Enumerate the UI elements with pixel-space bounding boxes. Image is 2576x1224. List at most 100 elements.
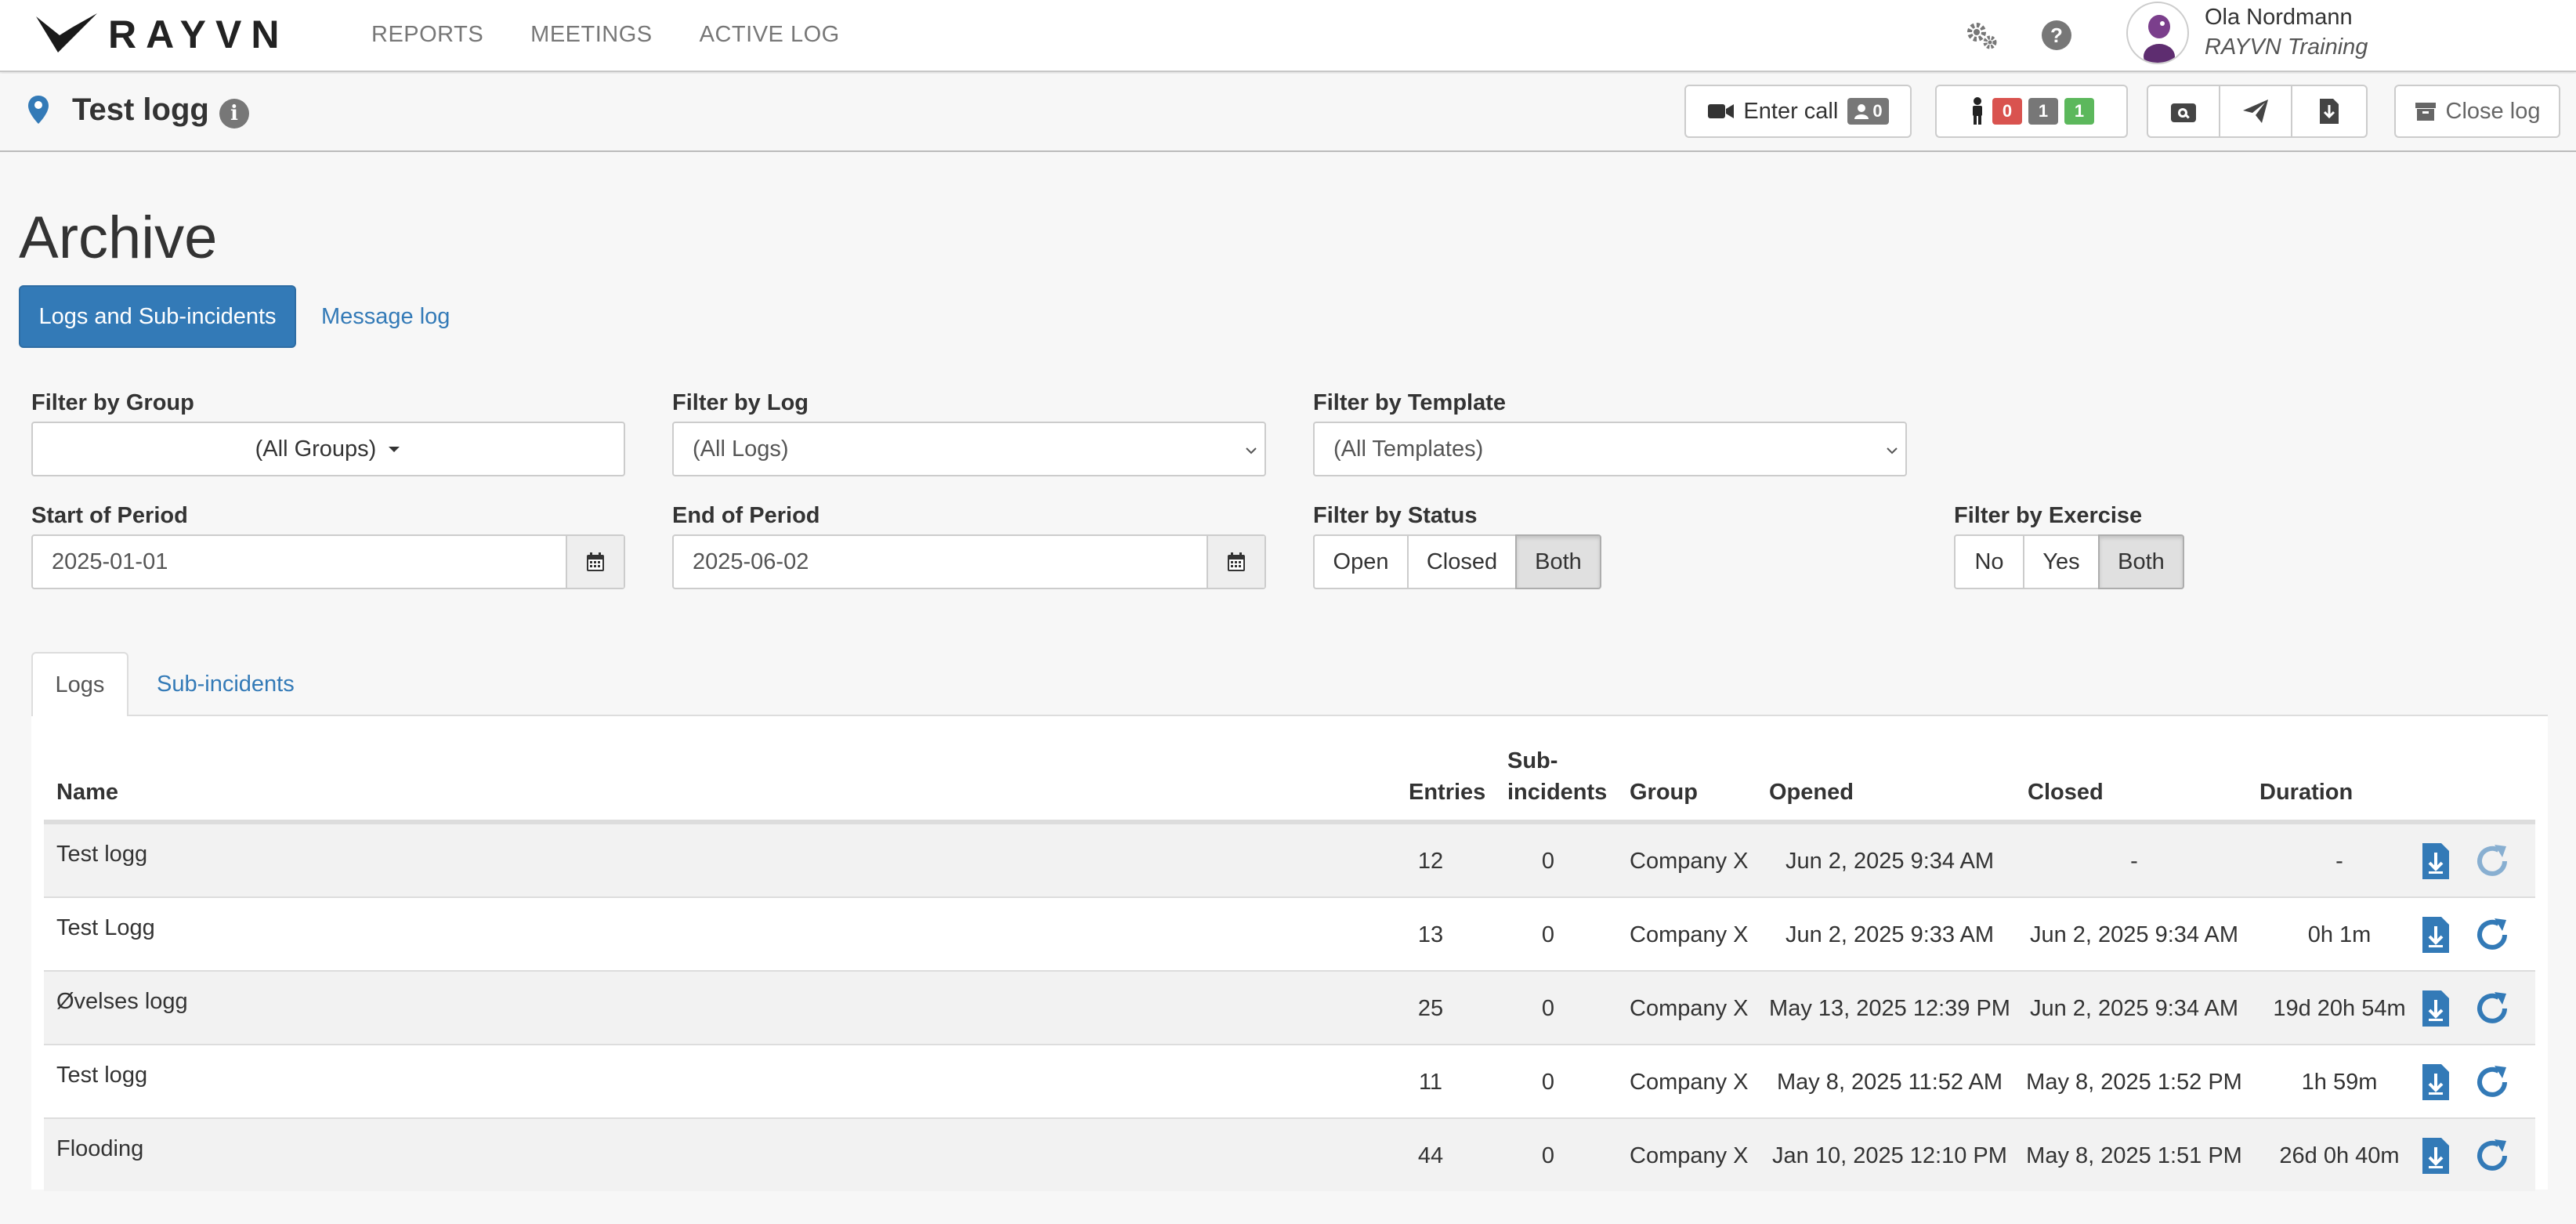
row-closed: Jun 2, 2025 9:34 AM <box>2029 995 2239 1021</box>
tab-logs[interactable]: Logs <box>31 652 128 716</box>
filter-template-value: (All Templates) <box>1333 436 1484 462</box>
exercise-both-button[interactable]: Both <box>2098 534 2184 589</box>
enter-call-button[interactable]: Enter call 0 <box>1684 85 1912 138</box>
col-name-header[interactable]: Name <box>56 777 118 807</box>
help-icon[interactable]: ? <box>2039 17 2075 53</box>
log-title: Test logg <box>72 92 209 127</box>
row-entries: 44 <box>1417 1143 1444 1168</box>
row-name[interactable]: Test logg <box>56 1045 147 1119</box>
call-count: 0 <box>1872 101 1883 121</box>
download-report-icon[interactable] <box>2416 1061 2455 1103</box>
col-duration-header[interactable]: Duration <box>2259 777 2353 807</box>
row-subincidents: 0 <box>1541 922 1555 947</box>
row-name[interactable]: Flooding <box>56 1119 143 1193</box>
close-log-button[interactable]: Close log <box>2394 85 2560 138</box>
col-closed-header[interactable]: Closed <box>2028 777 2104 807</box>
table-row[interactable]: Flooding 44 0 Company X Jan 10, 2025 12:… <box>44 1117 2535 1191</box>
brand-name: RAYVN <box>108 13 289 56</box>
end-period-value[interactable]: 2025-06-02 <box>674 536 1207 588</box>
download-report-icon[interactable] <box>2416 987 2455 1030</box>
tab-logs-and-subincidents[interactable]: Logs and Sub-incidents <box>19 285 296 348</box>
filter-log-select[interactable]: (All Logs) <box>672 422 1266 476</box>
row-opened: May 8, 2025 11:52 AM <box>1776 1069 2003 1095</box>
export-button[interactable] <box>2291 85 2368 138</box>
row-duration: 26d 0h 40m <box>2279 1143 2400 1168</box>
table-row[interactable]: Test Logg 13 0 Company X Jun 2, 2025 9:3… <box>44 896 2535 970</box>
calendar-icon[interactable] <box>1207 536 1264 588</box>
file-download-icon <box>2320 99 2339 124</box>
col-subincidents-header-line2[interactable]: incidents <box>1507 777 1607 807</box>
filter-group-label: Filter by Group <box>31 390 194 415</box>
reopen-icon[interactable] <box>2473 1135 2512 1177</box>
row-name[interactable]: Øvelses logg <box>56 972 188 1045</box>
row-opened: Jan 10, 2025 12:10 PM <box>1772 1143 2007 1168</box>
log-header: Test logg i Enter call 0 0 1 1 Close log <box>0 74 2576 152</box>
send-button[interactable] <box>2219 85 2292 138</box>
reopen-icon[interactable] <box>2473 987 2512 1030</box>
row-closed: Jun 2, 2025 9:34 AM <box>2029 922 2239 947</box>
filter-exercise-group: No Yes Both <box>1954 534 2184 589</box>
row-subincidents: 0 <box>1541 848 1555 874</box>
status-open-button[interactable]: Open <box>1313 534 1409 589</box>
status-closed-button[interactable]: Closed <box>1407 534 1517 589</box>
download-report-icon[interactable] <box>2416 914 2455 956</box>
chevron-down-icon <box>1887 447 1898 454</box>
download-report-icon[interactable] <box>2416 1135 2455 1177</box>
reopen-icon[interactable] <box>2473 914 2512 956</box>
raven-logo-icon <box>36 13 97 53</box>
start-period-label: Start of Period <box>31 503 188 528</box>
filter-log-label: Filter by Log <box>672 390 809 415</box>
top-navbar: RAYVN REPORTS MEETINGS ACTIVE LOG ? Ola … <box>0 0 2576 72</box>
nav-meetings[interactable]: MEETINGS <box>530 20 652 49</box>
status-both-button[interactable]: Both <box>1515 534 1601 589</box>
col-opened-header[interactable]: Opened <box>1769 777 1854 807</box>
table-row[interactable]: Test logg 12 0 Company X Jun 2, 2025 9:3… <box>44 823 2535 896</box>
responders-status-button[interactable]: 0 1 1 <box>1935 85 2128 138</box>
col-subincidents-header-line1[interactable]: Sub- <box>1507 746 1558 776</box>
exercise-yes-button[interactable]: Yes <box>2023 534 2100 589</box>
row-subincidents: 0 <box>1541 995 1555 1021</box>
row-closed: - <box>2130 848 2138 874</box>
reopen-icon[interactable] <box>2473 1061 2512 1103</box>
filter-template-select[interactable]: (All Templates) <box>1313 422 1907 476</box>
start-period-value[interactable]: 2025-01-01 <box>33 536 566 588</box>
user-name[interactable]: Ola Nordmann <box>2205 3 2353 31</box>
row-duration: 0h 1m <box>2307 922 2372 947</box>
filter-template-label: Filter by Template <box>1313 390 1507 415</box>
archive-box-icon <box>2415 103 2436 121</box>
filter-status-label: Filter by Status <box>1313 503 1478 528</box>
preview-button[interactable] <box>2147 85 2220 138</box>
filter-group-dropdown[interactable]: (All Groups) <box>31 422 625 476</box>
person-icon <box>1973 97 1982 125</box>
end-period-input[interactable]: 2025-06-02 <box>672 534 1266 589</box>
download-report-icon[interactable] <box>2416 840 2455 882</box>
filter-exercise-label: Filter by Exercise <box>1954 503 2143 528</box>
nav-active-log[interactable]: ACTIVE LOG <box>700 20 840 49</box>
table-row[interactable]: Øvelses logg 25 0 Company X May 13, 2025… <box>44 970 2535 1044</box>
row-group: Company X <box>1630 848 1749 874</box>
row-closed: May 8, 2025 1:52 PM <box>2026 1069 2242 1095</box>
user-avatar[interactable] <box>2126 2 2189 64</box>
col-group-header[interactable]: Group <box>1630 777 1698 807</box>
close-log-label: Close log <box>2445 98 2541 124</box>
row-duration: - <box>2335 848 2343 874</box>
tab-message-log[interactable]: Message log <box>321 285 450 348</box>
start-period-input[interactable]: 2025-01-01 <box>31 534 625 589</box>
row-name[interactable]: Test logg <box>56 824 147 898</box>
row-name[interactable]: Test Logg <box>56 898 155 972</box>
settings-gears-icon[interactable] <box>1963 17 1999 53</box>
row-entries: 11 <box>1418 1069 1443 1095</box>
row-entries: 12 <box>1417 848 1444 874</box>
nav-reports[interactable]: REPORTS <box>371 20 483 49</box>
row-group: Company X <box>1630 922 1749 947</box>
exercise-no-button[interactable]: No <box>1954 534 2024 589</box>
rayvn-logo[interactable]: RAYVN <box>34 11 288 58</box>
tab-sub-incidents[interactable]: Sub-incidents <box>157 652 295 716</box>
filter-group-value: (All Groups) <box>255 436 377 462</box>
table-row[interactable]: Test logg 11 0 Company X May 8, 2025 11:… <box>44 1044 2535 1117</box>
caret-down-icon <box>389 447 400 452</box>
filter-log-value: (All Logs) <box>693 436 789 462</box>
calendar-icon[interactable] <box>566 536 624 588</box>
col-entries-header[interactable]: Entries <box>1409 777 1485 807</box>
info-icon[interactable]: i <box>219 99 249 129</box>
